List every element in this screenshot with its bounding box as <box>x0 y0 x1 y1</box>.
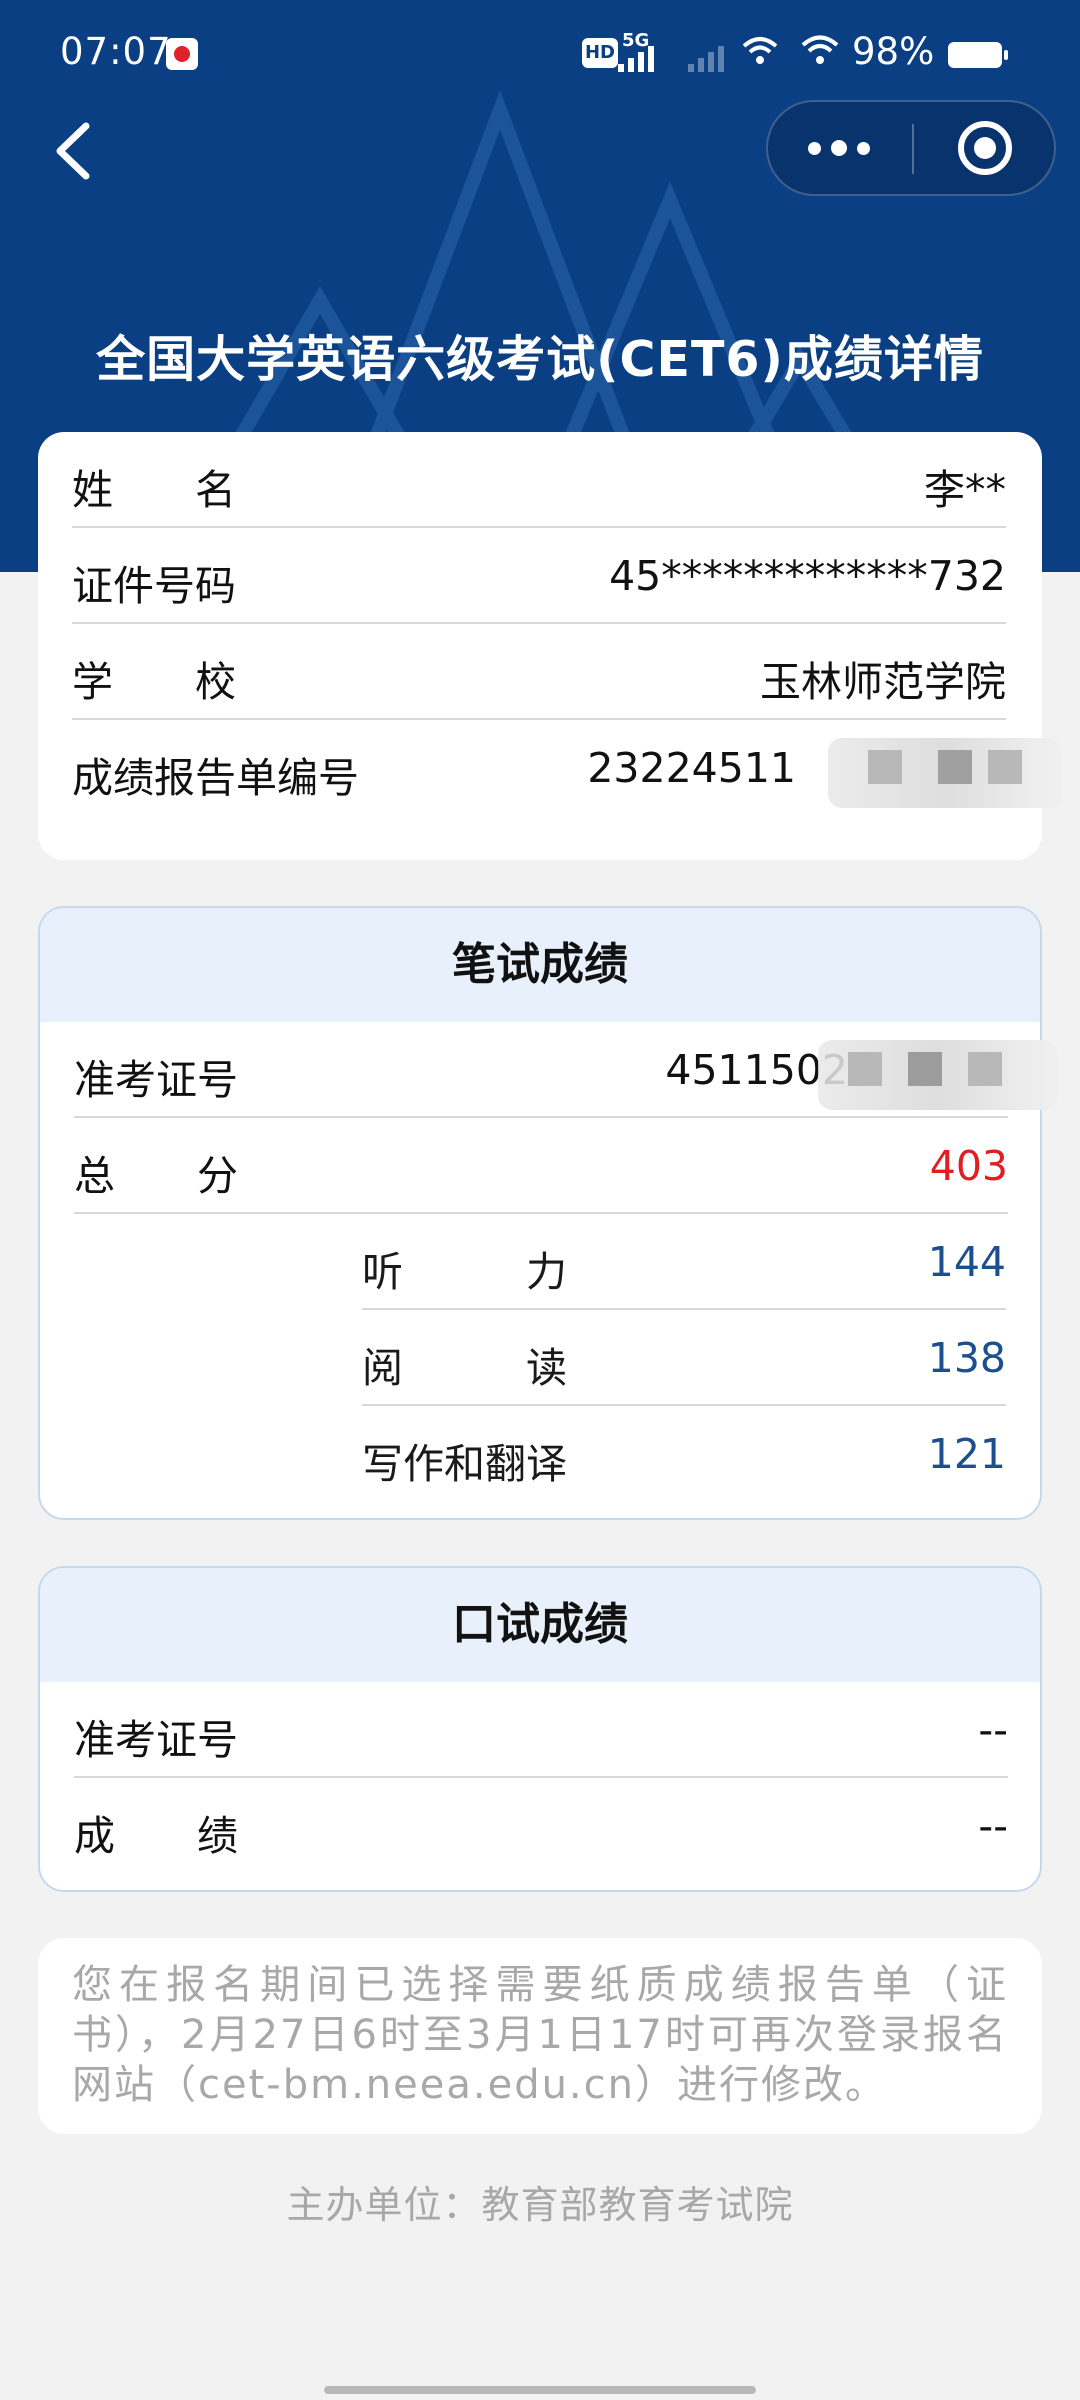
status-bar: 07:07 HD 5G 98% <box>0 0 1080 104</box>
home-indicator[interactable] <box>324 2386 756 2394</box>
status-time: 07:07 <box>60 30 172 73</box>
more-dots-icon <box>808 141 821 155</box>
organizer-footer: 主办单位：教育部教育考试院 <box>286 2183 794 2227</box>
notification-app-icon <box>166 38 198 70</box>
miniprogram-capsule <box>766 100 1056 196</box>
report-number-value: 23224511 <box>587 744 796 792</box>
report-number-label: 成绩报告单编号 <box>72 754 359 802</box>
privacy-blur <box>818 1040 1058 1110</box>
writing-translation-value: 121 <box>927 1430 1006 1478</box>
oral-score-value: -- <box>978 1802 1008 1850</box>
school-label: 学 校 <box>72 658 236 706</box>
back-button[interactable] <box>46 116 106 186</box>
close-miniprogram-button[interactable] <box>958 121 1012 175</box>
oral-score-label: 成 绩 <box>74 1812 238 1860</box>
cet-score-page: 07:07 HD 5G 98% 全国大学英语六级考试(CET6)成绩详情 姓 名… <box>0 0 1080 2400</box>
id-number-label: 证件号码 <box>72 562 236 610</box>
written-score-header: 笔试成绩 <box>40 908 1040 1022</box>
privacy-blur <box>828 738 1062 808</box>
signal-strength-secondary-icon <box>688 44 724 72</box>
oral-ticket-row: 准考证号 -- <box>74 1682 1008 1778</box>
oral-score-card: 口试成绩 准考证号 -- 成 绩 -- <box>38 1566 1042 1892</box>
name-label: 姓 名 <box>72 466 236 514</box>
written-score-card: 笔试成绩 准考证号 4511502 总 分 403 听 力 144 阅 读 13… <box>38 906 1058 1520</box>
name-value: 李** <box>924 466 1006 514</box>
oral-ticket-label: 准考证号 <box>74 1716 238 1764</box>
capsule-divider <box>912 124 914 174</box>
reading-row: 阅 读 138 <box>362 1310 1006 1406</box>
written-ticket-label: 准考证号 <box>74 1056 238 1104</box>
oral-score-header: 口试成绩 <box>40 1568 1040 1682</box>
listening-row: 听 力 144 <box>362 1214 1006 1310</box>
writing-translation-row: 写作和翻译 121 <box>362 1406 1006 1502</box>
oral-ticket-value: -- <box>978 1706 1008 1754</box>
chevron-left-icon <box>56 122 90 180</box>
candidate-info-card: 姓 名 李** 证件号码 45*************732 学 校 玉林师范… <box>38 432 1062 860</box>
oral-score-row: 成 绩 -- <box>74 1778 1008 1874</box>
school-row: 学 校 玉林师范学院 <box>72 624 1006 720</box>
listening-value: 144 <box>927 1238 1006 1286</box>
hd-badge: HD <box>582 38 618 68</box>
id-number-row: 证件号码 45*************732 <box>72 528 1006 624</box>
total-score-label: 总 分 <box>74 1152 238 1200</box>
page-title: 全国大学英语六级考试(CET6)成绩详情 <box>96 331 984 388</box>
id-number-value: 45*************732 <box>609 552 1006 600</box>
reading-label: 阅 读 <box>362 1344 567 1392</box>
listening-label: 听 力 <box>362 1248 567 1296</box>
signal-strength-icon <box>618 44 654 72</box>
written-ticket-row: 准考证号 4511502 <box>74 1022 1058 1118</box>
name-row: 姓 名 李** <box>72 432 1006 528</box>
total-score-value: 403 <box>929 1142 1008 1190</box>
wifi-icon <box>800 30 840 79</box>
report-number-row: 成绩报告单编号 23224511 <box>72 720 1062 816</box>
wifi-plus-icon <box>740 30 780 79</box>
battery-percent: 98% <box>852 30 935 73</box>
school-value: 玉林师范学院 <box>760 658 1006 706</box>
battery-icon <box>948 42 1008 68</box>
notice-box: 您在报名期间已选择需要纸质成绩报告单（证书），2月27日6时至3月1日17时可再… <box>38 1938 1042 2134</box>
total-score-row: 总 分 403 <box>74 1118 1008 1214</box>
writing-translation-label: 写作和翻译 <box>362 1440 567 1488</box>
reading-value: 138 <box>927 1334 1006 1382</box>
more-button[interactable] <box>768 102 910 194</box>
